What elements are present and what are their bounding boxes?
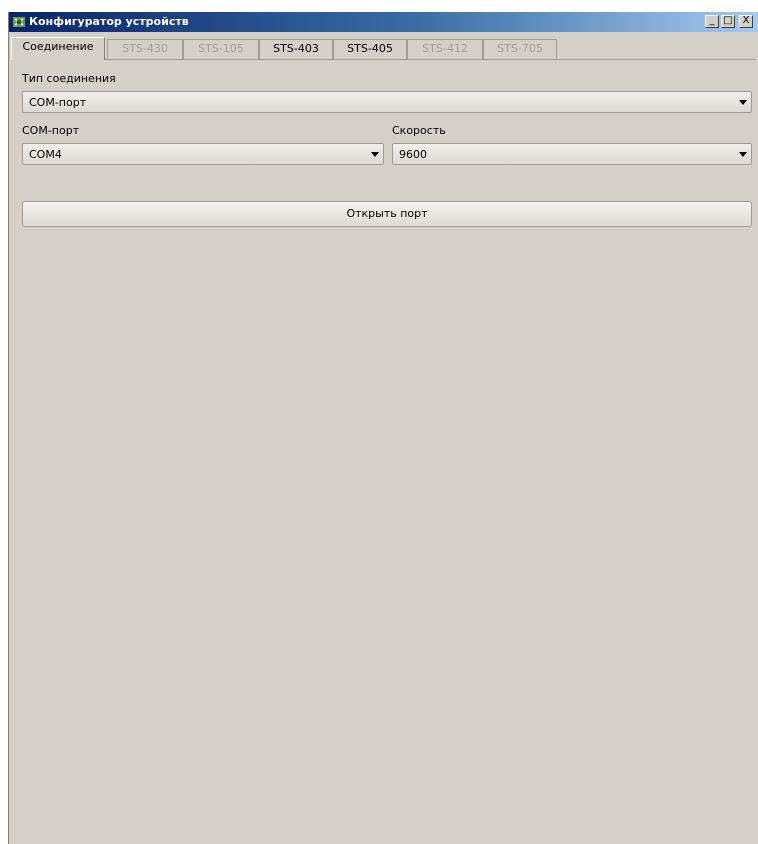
tab-sts-412[interactable]: STS-412 [407, 39, 483, 59]
speed-value: 9600 [399, 148, 427, 161]
open-port-button[interactable]: Открыть порт [22, 201, 752, 227]
chevron-down-icon[interactable] [735, 92, 751, 112]
com-port-label: COM-порт [22, 124, 80, 137]
minimize-button[interactable]: _ [705, 15, 719, 28]
com-port-select[interactable]: COM4 [22, 143, 384, 165]
com-port-value: COM4 [29, 148, 62, 161]
app-window: Конфигуратор устройств _ □ X Тип соедине… [8, 12, 758, 844]
title-bar[interactable]: Конфигуратор устройств _ □ X [9, 12, 758, 32]
connection-type-value: COM-порт [29, 96, 87, 109]
tab-sts-105[interactable]: STS-105 [183, 39, 259, 59]
maximize-button[interactable]: □ [721, 15, 735, 28]
connection-type-select[interactable]: COM-порт [22, 91, 752, 113]
tab-sts-403[interactable]: STS-403 [259, 39, 333, 59]
speed-select[interactable]: 9600 [392, 143, 752, 165]
tab-pane-connection: Тип соединения COM-порт COM-порт COM4 Ск… [11, 59, 756, 842]
tab-sts-405[interactable]: STS-405 [333, 39, 407, 59]
tab-sts-705[interactable]: STS-705 [483, 39, 557, 59]
window-title: Конфигуратор устройств [29, 15, 189, 28]
close-button[interactable]: X [739, 15, 753, 28]
speed-label: Скорость [392, 124, 446, 137]
tab-sts-430[interactable]: STS-430 [107, 39, 183, 59]
tab-connection[interactable]: Соединение [11, 37, 105, 60]
connection-type-label: Тип соединения [22, 72, 116, 85]
chevron-down-icon[interactable] [367, 144, 383, 164]
device-configurator-icon [13, 17, 25, 27]
chevron-down-icon[interactable] [735, 144, 751, 164]
